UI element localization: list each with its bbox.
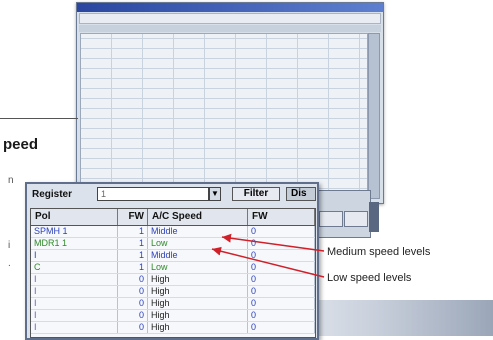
callout-arrows [211, 233, 325, 278]
arrow-low [211, 246, 325, 278]
arrow-medium [221, 233, 325, 252]
